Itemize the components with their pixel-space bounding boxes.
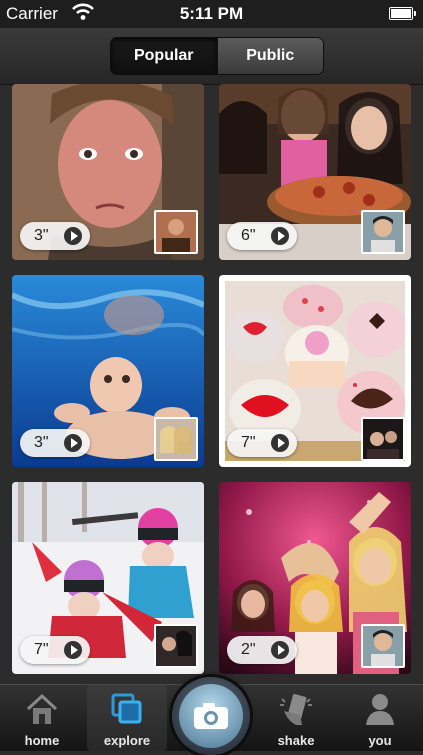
video-tile[interactable]: 7" <box>219 275 411 467</box>
play-duration-button[interactable]: 2" <box>227 636 297 664</box>
house-icon <box>26 693 58 724</box>
play-icon <box>271 227 289 245</box>
camera-icon <box>194 703 228 729</box>
record-video-button[interactable] <box>172 677 250 755</box>
video-tile[interactable]: 2" <box>219 482 411 674</box>
duration-label: 2" <box>241 641 256 658</box>
play-duration-button[interactable]: 3" <box>20 429 90 457</box>
play-duration-button[interactable]: 3" <box>20 222 90 250</box>
play-duration-button[interactable]: 7" <box>20 636 90 664</box>
tab-label: explore <box>103 733 151 748</box>
duration-label: 7" <box>34 641 49 658</box>
tab-home[interactable]: home <box>2 685 82 751</box>
tab-bar: home explore shake you <box>0 677 423 755</box>
video-tile[interactable]: 3" <box>12 275 204 467</box>
person-icon <box>366 694 394 725</box>
tab-explore[interactable]: explore <box>87 685 167 751</box>
author-avatar[interactable] <box>361 210 405 254</box>
battery-icon <box>389 7 416 20</box>
duration-label: 3" <box>34 434 49 451</box>
segment-popular[interactable]: Popular <box>111 38 217 74</box>
layers-icon <box>111 693 142 724</box>
play-icon <box>64 434 82 452</box>
video-grid: 3" 6" 3" 7" 7" 2" <box>0 84 423 684</box>
play-icon <box>271 434 289 452</box>
play-duration-button[interactable]: 7" <box>227 429 297 457</box>
clock: 5:11 PM <box>179 4 244 23</box>
author-avatar[interactable] <box>154 624 198 668</box>
tab-label: you <box>368 733 392 748</box>
play-icon <box>271 641 289 659</box>
status-bar: Carrier 5:11 PM <box>0 0 423 28</box>
author-avatar[interactable] <box>154 210 198 254</box>
feed-segmented-control: Popular Public <box>110 37 324 75</box>
play-icon <box>64 641 82 659</box>
duration-label: 6" <box>241 227 256 244</box>
duration-label: 7" <box>241 434 256 451</box>
tab-you[interactable]: you <box>340 685 420 751</box>
segment-public[interactable]: Public <box>216 38 323 74</box>
duration-label: 3" <box>34 227 49 244</box>
shake-phone-icon <box>280 694 312 725</box>
author-avatar[interactable] <box>361 417 405 461</box>
author-avatar[interactable] <box>154 417 198 461</box>
header-bar: Popular Public <box>0 28 423 85</box>
video-tile[interactable]: 7" <box>12 482 204 674</box>
tab-label: home <box>24 733 60 748</box>
author-avatar[interactable] <box>361 624 405 668</box>
video-tile[interactable]: 6" <box>219 84 411 260</box>
tab-label: shake <box>277 733 315 748</box>
video-tile[interactable]: 3" <box>12 84 204 260</box>
tab-shake[interactable]: shake <box>256 685 336 751</box>
play-duration-button[interactable]: 6" <box>227 222 297 250</box>
play-icon <box>64 227 82 245</box>
